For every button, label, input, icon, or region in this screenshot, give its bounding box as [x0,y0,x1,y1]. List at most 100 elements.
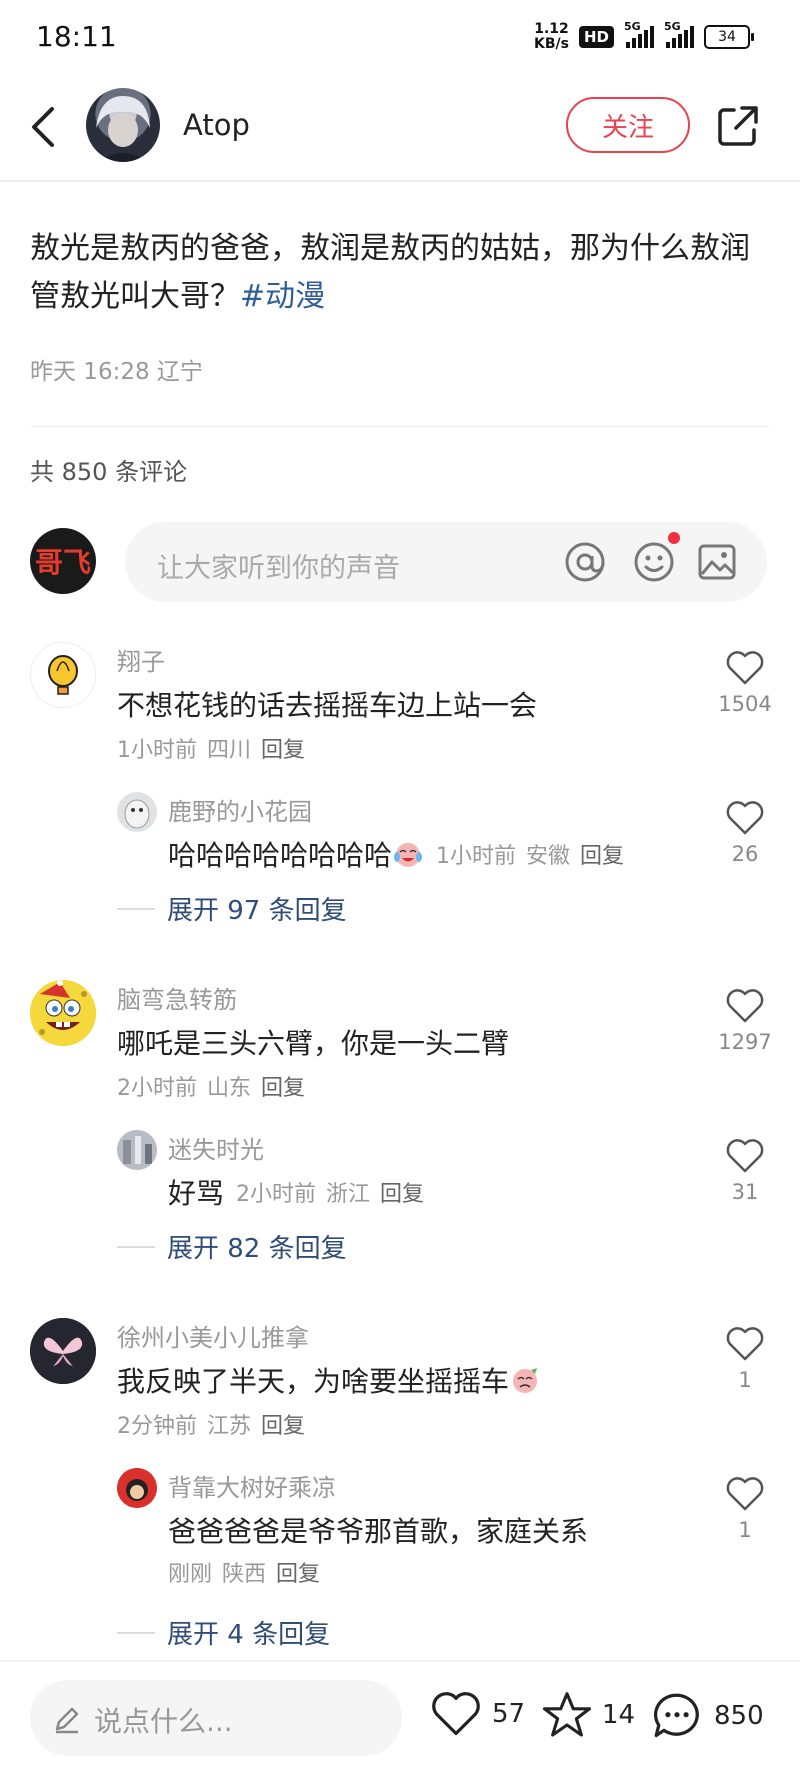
heart-icon [726,1139,764,1173]
say-something-placeholder: 说点什么... [94,1705,233,1738]
comment-meta: 1小时前 四川 回复 [117,738,306,763]
comment-input-placeholder: 让大家听到你的声音 [157,553,400,584]
follow-button[interactable]: 关注 [566,97,690,153]
reply-avatar[interactable] [117,1468,157,1508]
like-button[interactable]: 1504 [715,650,775,716]
post-comment-count: 850 [714,1701,764,1731]
image-icon[interactable] [695,540,739,584]
pencil-icon [55,1707,79,1734]
comment-bubble-icon [653,1693,699,1738]
post-location: 辽宁 [156,359,203,385]
post-meta: 昨天 16:28 辽宁 [30,352,203,386]
author-avatar[interactable] [86,88,160,162]
comment-button[interactable]: 850 [650,1690,764,1742]
comment-avatar[interactable] [30,642,96,708]
reply-button[interactable]: 回复 [380,1182,424,1207]
comment-text: 不想花钱的话去摇摇车边上站一会 [117,689,538,722]
like-button[interactable]: 31 [715,1138,775,1204]
say-something-input[interactable]: 说点什么... [30,1680,402,1756]
post-time: 昨天 16:28 [30,359,150,385]
mention-icon[interactable] [563,540,607,584]
post-body: 敖光是敖丙的爸爸，敖润是敖丙的姑姑，那为什么敖润管敖光叫大哥？#动漫 [30,231,750,314]
comment-row: 我反映了半天，为啥要坐摇摇车 [117,1360,541,1400]
comment-text: 我反映了半天，为啥要坐摇摇车 [117,1365,510,1398]
like-count: 31 [731,1180,759,1204]
like-count: 1 [738,1368,752,1392]
author-name[interactable]: Atop [183,108,250,142]
like-button[interactable]: 1 [715,1476,775,1542]
heart-icon [726,989,764,1023]
heart-icon [726,1477,764,1511]
like-count: 26 [731,842,759,866]
like-button[interactable]: 1 [715,1326,775,1392]
reply-row: 哈哈哈哈哈哈哈哈 1小时前 安徽 回复 [168,834,634,874]
expand-replies-button[interactable]: 展开 97 条回复 [117,890,347,927]
share-button[interactable] [716,104,760,148]
share-icon [718,106,758,146]
status-indicators: 1.12 KB/s HD 5G 5G 34 [534,20,754,52]
reply-text: 爸爸爸爸是爷爷那首歌，家庭关系 [168,1515,589,1548]
expand-replies-button[interactable]: 展开 4 条回复 [117,1614,330,1651]
comment-input[interactable]: 让大家听到你的声音 [125,522,767,602]
comment-meta: 2分钟前 江苏 回复 [117,1414,306,1439]
star-icon [542,1692,592,1737]
reply-button[interactable]: 回复 [261,738,305,763]
reply-username[interactable]: 迷失时光 [168,1130,264,1165]
reply-text: 好骂 [168,1177,225,1210]
crying-emoji-icon [513,1368,538,1393]
comment-avatar[interactable] [30,1318,96,1384]
comment-username[interactable]: 脑弯急转筋 [117,980,237,1015]
sponge-icon [30,980,96,1046]
reply-avatar[interactable] [117,1130,157,1170]
emoji-notification-dot [668,532,680,544]
reply-meta: 1小时前 安徽 回复 [436,844,625,869]
heart-icon [726,1327,764,1361]
battery-icon: 34 [704,25,754,49]
signal-icon: 5G [624,20,654,48]
heart-icon [726,801,764,835]
comment-count: 共 850 条评论 [30,458,188,486]
post-divider [30,426,770,427]
post-like-count: 57 [492,1699,526,1729]
comment-meta: 2小时前 山东 回复 [117,1076,306,1101]
favorite-button[interactable]: 14 [542,1690,635,1740]
like-post-button[interactable]: 57 [430,1690,525,1738]
status-time: 18:11 [36,20,117,53]
laughing-cry-emoji-icon [394,843,423,867]
signal-icon-2: 5G [664,20,694,48]
reply-avatar[interactable] [117,792,157,832]
reply-button[interactable]: 回复 [261,1076,305,1101]
heart-icon [432,1692,480,1736]
reply-row: 好骂 2小时前 浙江 回复 [168,1172,434,1212]
comment-username[interactable]: 徐州小美小儿推拿 [117,1318,309,1353]
like-count: 1 [738,1518,752,1542]
reply-meta: 2小时前 浙江 回复 [236,1182,425,1207]
comment-text: 哪吒是三头六臂，你是一头二臂 [117,1027,510,1060]
like-button[interactable]: 26 [715,800,775,866]
back-button[interactable] [26,105,62,149]
header-divider [0,180,800,182]
comment-avatar[interactable] [30,980,96,1046]
reply-button[interactable]: 回复 [276,1562,320,1587]
butterfly-icon [30,1318,96,1384]
reply-username[interactable]: 背靠大树好乘凉 [168,1468,336,1503]
reply-username[interactable]: 鹿野的小花园 [168,792,312,827]
hashtag-link[interactable]: #动漫 [240,279,325,314]
bottom-divider [0,1660,800,1662]
net-speed: 1.12 KB/s [534,21,569,52]
reply-button[interactable]: 回复 [580,844,624,869]
like-count: 1297 [718,1030,772,1054]
reply-button[interactable]: 回复 [261,1414,305,1439]
emoji-icon[interactable] [632,540,676,584]
my-avatar: 哥飞 [30,528,96,594]
comment-username[interactable]: 翔子 [117,642,165,677]
chevron-left-icon [32,107,54,147]
balloon-icon [48,655,78,695]
hd-badge: HD [578,26,614,48]
post-star-count: 14 [602,1700,636,1730]
heart-icon [726,651,764,685]
like-button[interactable]: 1297 [715,988,775,1054]
expand-replies-button[interactable]: 展开 82 条回复 [117,1228,347,1265]
reply-text: 哈哈哈哈哈哈哈哈 [168,839,393,872]
like-count: 1504 [718,692,772,716]
